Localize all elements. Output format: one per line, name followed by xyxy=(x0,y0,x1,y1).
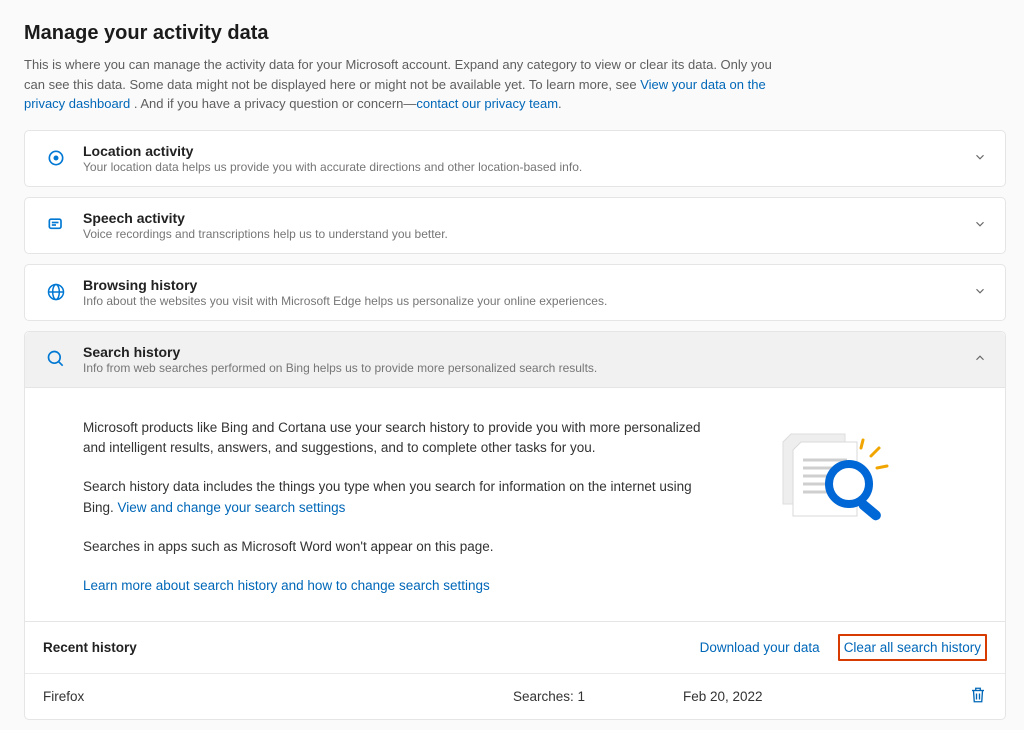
browsing-title: Browsing history xyxy=(83,277,973,293)
intro-seg3: . xyxy=(558,96,562,111)
delete-history-item-button[interactable] xyxy=(969,686,987,707)
browsing-sub: Info about the websites you visit with M… xyxy=(83,294,973,308)
location-activity-row[interactable]: Location activity Your location data hel… xyxy=(25,131,1005,186)
location-body: Location activity Your location data hel… xyxy=(73,143,973,174)
search-icon xyxy=(39,349,73,369)
trash-icon xyxy=(969,686,987,704)
history-item-count: Searches: 1 xyxy=(513,689,683,704)
browsing-history-row[interactable]: Browsing history Info about the websites… xyxy=(25,265,1005,320)
search-history-text: Microsoft products like Bing and Cortana… xyxy=(83,418,723,598)
search-illustration xyxy=(753,426,893,539)
contact-privacy-team-link[interactable]: contact our privacy team xyxy=(416,96,558,111)
speech-title: Speech activity xyxy=(83,210,973,226)
speech-activity-row[interactable]: Speech activity Voice recordings and tra… xyxy=(25,198,1005,253)
search-body: Search history Info from web searches pe… xyxy=(73,344,973,375)
chevron-down-icon xyxy=(973,284,987,301)
search-history-row[interactable]: Search history Info from web searches pe… xyxy=(25,332,1005,388)
clear-all-search-history-link[interactable]: Clear all search history xyxy=(838,634,987,661)
chevron-down-icon xyxy=(973,217,987,234)
chevron-up-icon xyxy=(973,351,987,368)
globe-icon xyxy=(39,282,73,302)
chevron-down-icon xyxy=(973,150,987,167)
recent-history-title: Recent history xyxy=(43,640,682,655)
history-item-name: Firefox xyxy=(43,689,513,704)
location-icon xyxy=(39,148,73,168)
speech-activity-card: Speech activity Voice recordings and tra… xyxy=(24,197,1006,254)
location-title: Location activity xyxy=(83,143,973,159)
recent-history-header: Recent history Download your data Clear … xyxy=(25,621,1005,673)
search-p2: Search history data includes the things … xyxy=(83,477,723,519)
speech-icon xyxy=(39,215,73,235)
speech-sub: Voice recordings and transcriptions help… xyxy=(83,227,973,241)
intro-seg2: . And if you have a privacy question or … xyxy=(134,96,417,111)
view-change-search-settings-link[interactable]: View and change your search settings xyxy=(118,500,346,515)
browsing-body: Browsing history Info about the websites… xyxy=(73,277,973,308)
search-history-panel: Microsoft products like Bing and Cortana… xyxy=(25,388,1005,622)
intro-text: This is where you can manage the activit… xyxy=(24,55,784,114)
learn-more-search-history-link[interactable]: Learn more about search history and how … xyxy=(83,578,490,593)
search-p1: Microsoft products like Bing and Cortana… xyxy=(83,418,723,460)
speech-body: Speech activity Voice recordings and tra… xyxy=(73,210,973,241)
location-activity-card: Location activity Your location data hel… xyxy=(24,130,1006,187)
page-title: Manage your activity data xyxy=(24,22,1006,45)
search-sub: Info from web searches performed on Bing… xyxy=(83,361,973,375)
search-history-card: Search history Info from web searches pe… xyxy=(24,331,1006,721)
browsing-history-card: Browsing history Info about the websites… xyxy=(24,264,1006,321)
location-sub: Your location data helps us provide you … xyxy=(83,160,973,174)
search-p3: Searches in apps such as Microsoft Word … xyxy=(83,537,723,558)
search-title: Search history xyxy=(83,344,973,360)
history-row: Firefox Searches: 1 Feb 20, 2022 xyxy=(25,673,1005,719)
download-your-data-link[interactable]: Download your data xyxy=(700,640,820,655)
history-item-date: Feb 20, 2022 xyxy=(683,689,969,704)
